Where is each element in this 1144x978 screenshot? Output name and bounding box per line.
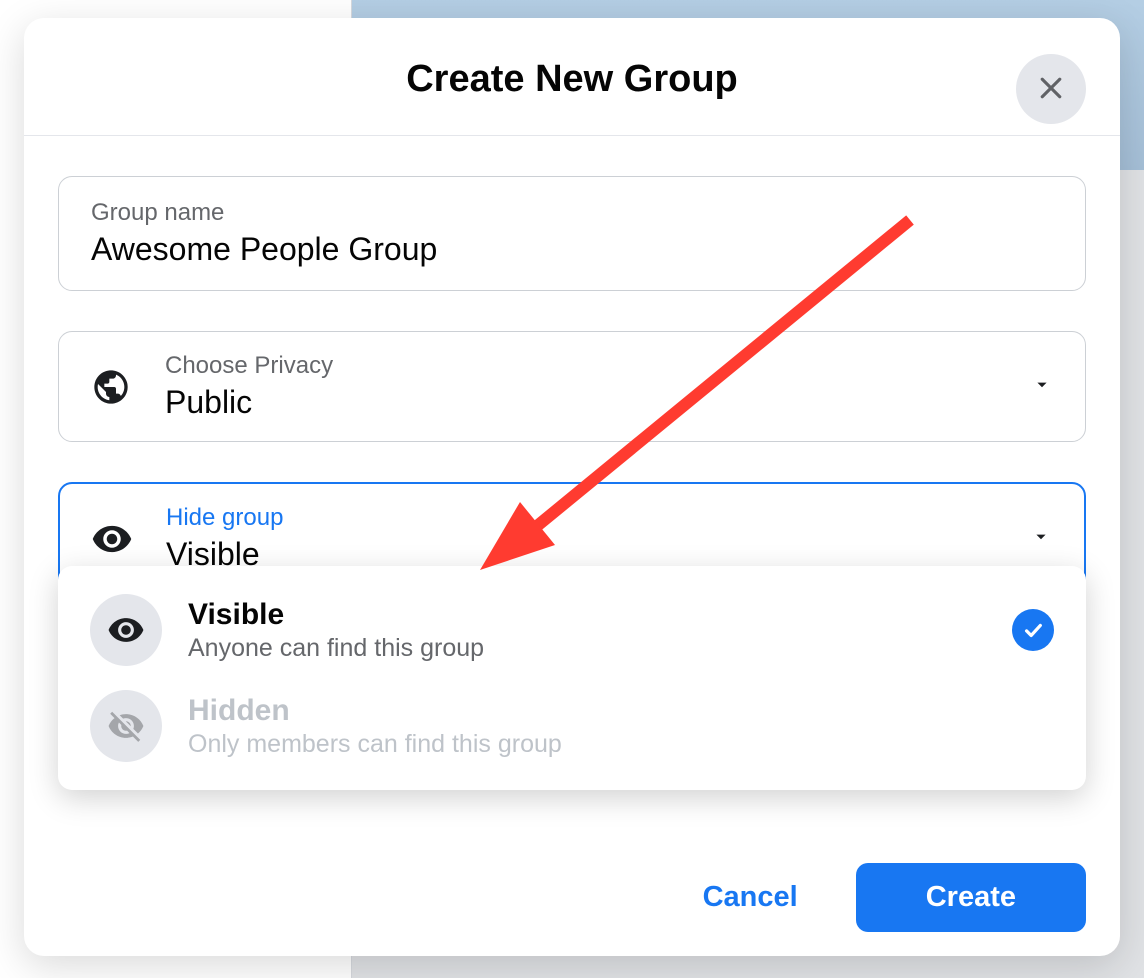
check-icon [1012,609,1054,651]
chevron-down-icon [1030,525,1052,552]
dropdown-option-desc: Anyone can find this group [188,634,1012,663]
eye-icon [88,515,136,563]
modal-body: Group name Awesome People Group Choose P… [24,136,1120,863]
visibility-dropdown: Visible Anyone can find this group Hidde… [58,566,1086,790]
modal-header: Create New Group [24,18,1120,136]
dropdown-option-text: Visible Anyone can find this group [188,598,1012,663]
eye-off-icon [90,690,162,762]
modal-footer: Cancel Create [24,863,1120,956]
dropdown-option-hidden[interactable]: Hidden Only members can find this group [70,678,1074,774]
close-button[interactable] [1016,54,1086,124]
cancel-button[interactable]: Cancel [673,865,828,930]
privacy-select[interactable]: Choose Privacy Public [58,331,1086,442]
group-name-field[interactable]: Group name Awesome People Group [58,176,1086,291]
dropdown-option-title: Visible [188,598,1012,632]
visibility-label: Hide group [166,504,1056,532]
privacy-value: Public [165,384,1057,421]
privacy-content: Choose Privacy Public [165,352,1057,421]
dropdown-option-text: Hidden Only members can find this group [188,694,1054,759]
modal-title: Create New Group [24,58,1120,101]
group-name-label: Group name [91,199,224,227]
chevron-down-icon [1031,373,1053,400]
dropdown-option-desc: Only members can find this group [188,730,1054,759]
create-group-modal: Create New Group Group name Awesome Peop… [24,18,1120,956]
eye-icon [90,594,162,666]
globe-icon [87,363,135,411]
dropdown-option-visible[interactable]: Visible Anyone can find this group [70,582,1074,678]
dropdown-option-title: Hidden [188,694,1054,728]
create-button[interactable]: Create [856,863,1086,932]
visibility-content: Hide group Visible [166,504,1056,573]
close-icon [1036,73,1066,106]
group-name-value: Awesome People Group [91,231,437,268]
privacy-label: Choose Privacy [165,352,1057,380]
